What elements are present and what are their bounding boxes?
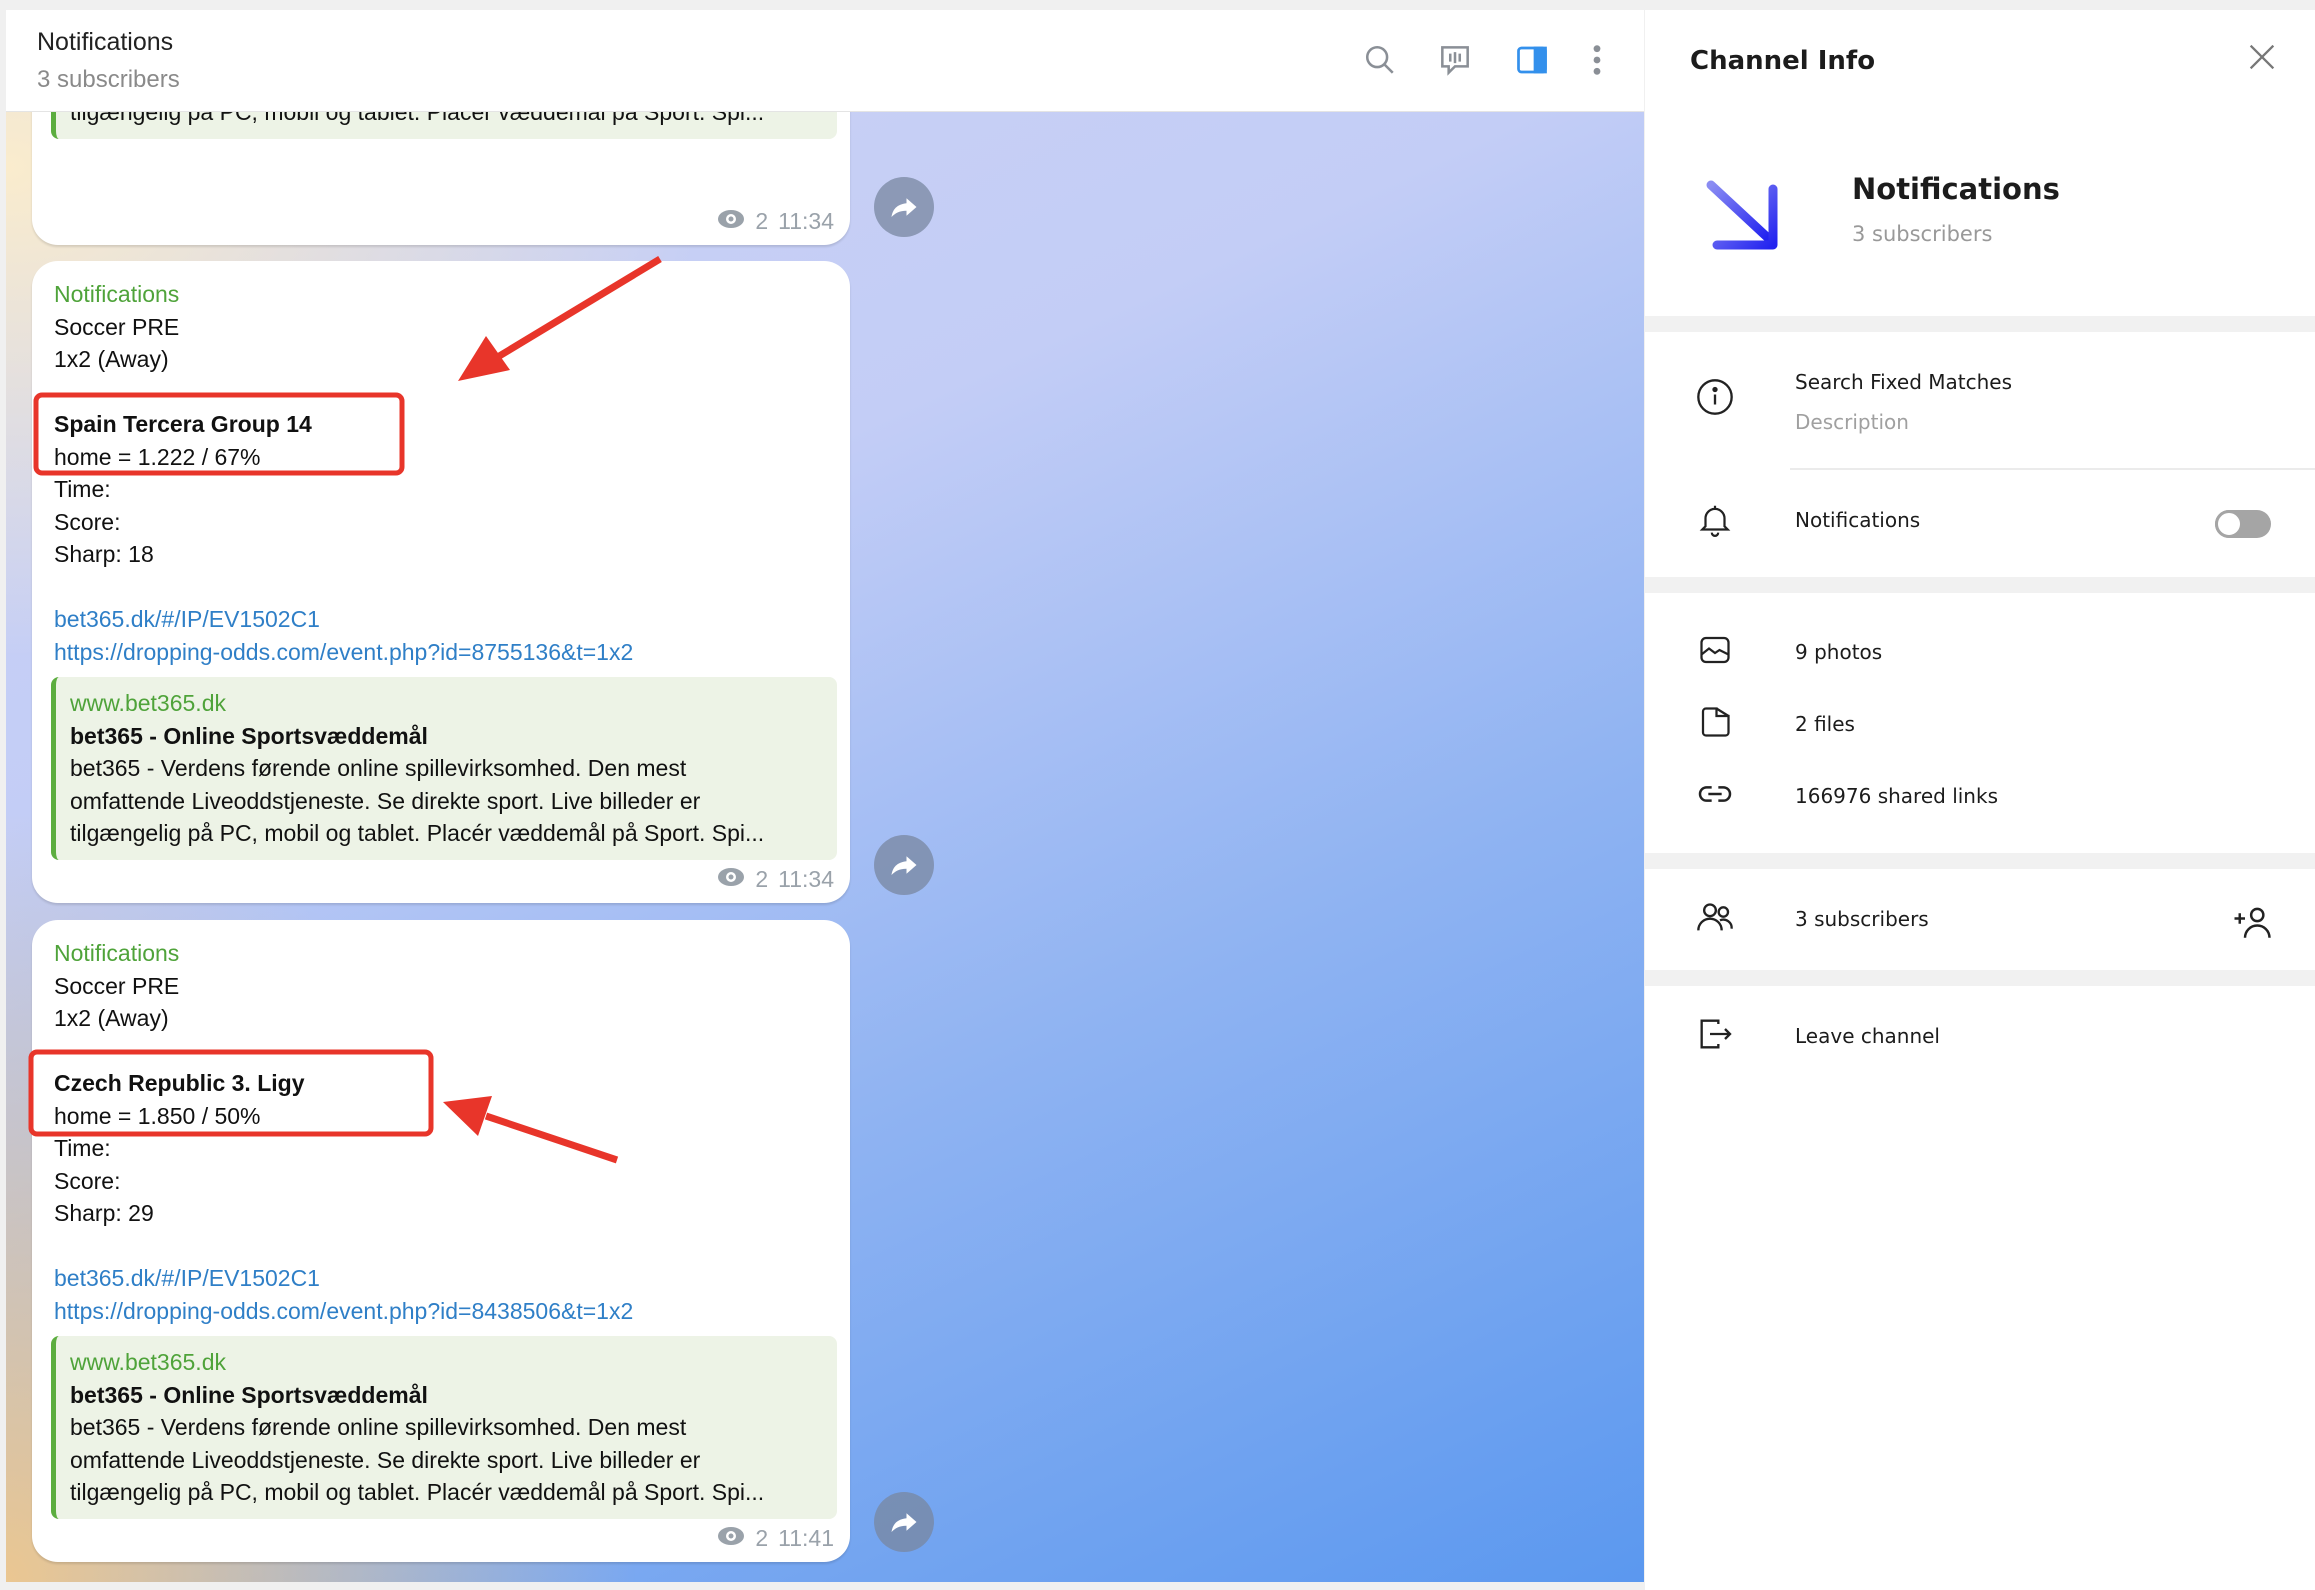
- message-meta: 2 11:34: [717, 205, 834, 238]
- message-line: Soccer PRE: [54, 313, 180, 340]
- detail-line: Sharp: 18: [54, 541, 154, 567]
- odds-line: home = 1.222 / 67%: [54, 443, 261, 470]
- views-icon: [717, 863, 745, 896]
- info-icon: [1695, 377, 1735, 417]
- search-icon[interactable]: [1360, 40, 1400, 80]
- links-row[interactable]: 166976 shared links: [1645, 774, 2315, 824]
- message-line: Soccer PRE: [54, 972, 180, 999]
- sidebar-toggle-icon[interactable]: [1512, 40, 1552, 80]
- files-row[interactable]: 2 files: [1645, 702, 2315, 752]
- link-preview[interactable]: www.bet365.dk bet365 - Online Sportsvædde…: [51, 1336, 837, 1519]
- photo-icon: [1695, 630, 1735, 670]
- users-icon: [1695, 897, 1735, 937]
- file-icon: [1695, 702, 1735, 742]
- channel-avatar: [1703, 175, 1793, 265]
- forward-icon: [891, 856, 917, 875]
- message-time: 11:41: [778, 1524, 834, 1551]
- photos-row[interactable]: 9 photos: [1645, 630, 2315, 680]
- message-time: 11:34: [778, 207, 834, 234]
- description-text: Search Fixed Matches: [1795, 370, 2013, 394]
- sender-name[interactable]: Notifications: [54, 278, 828, 311]
- views-icon: [717, 1522, 745, 1555]
- detail-line: Score:: [54, 508, 121, 535]
- detail-line: Score:: [54, 1167, 121, 1194]
- message-bubble: Notifications Soccer PRE 1x2 (Away) Czech R…: [32, 920, 850, 1562]
- divider: [1645, 577, 2315, 593]
- message-link[interactable]: https://dropping-odds.com/event.php?id=8…: [54, 636, 828, 669]
- more-vertical-icon[interactable]: [1577, 40, 1617, 80]
- forward-button[interactable]: [874, 1492, 934, 1552]
- notifications-toggle[interactable]: [2215, 510, 2271, 538]
- bell-icon: [1695, 500, 1735, 540]
- league-name: Czech Republic 3. Ligy: [54, 1070, 305, 1096]
- chat-title: Notifications: [37, 28, 174, 56]
- message-line: 1x2 (Away): [54, 1005, 169, 1031]
- description-row[interactable]: Search Fixed Matches Description: [1645, 360, 2315, 450]
- link-preview[interactable]: www.bet365.dk bet365 - Online Sportsvædde…: [51, 677, 837, 860]
- chat-header[interactable]: Notifications 3 subscribers: [6, 10, 1644, 112]
- view-count: 2: [755, 865, 769, 892]
- detail-line: Sharp: 29: [54, 1200, 154, 1226]
- leave-channel-row[interactable]: Leave channel: [1645, 1014, 2315, 1064]
- message-bubble: Notifications Soccer PRE 1x2 (Away) Spain T…: [32, 261, 850, 903]
- notifications-label: Notifications: [1795, 508, 1921, 532]
- preview-title: bet365 - Online Sportsvæddemål: [70, 1381, 428, 1408]
- subscribers-count: 3 subscribers: [1795, 907, 1929, 931]
- leave-icon: [1695, 1014, 1735, 1054]
- description-label: Description: [1795, 410, 1909, 434]
- forward-button[interactable]: [874, 835, 934, 895]
- league-name: Spain Tercera Group 14: [54, 411, 312, 437]
- channel-name: Notifications: [1852, 172, 2060, 206]
- preview-site: www.bet365.dk: [70, 690, 226, 716]
- forward-icon: [891, 198, 917, 217]
- divider: [1645, 853, 2315, 869]
- message-meta: 2 11:34: [717, 863, 834, 896]
- chat-subtitle: 3 subscribers: [37, 66, 180, 93]
- chat-area: Notifications 3 subscribers bet365 - Ver…: [6, 10, 1644, 1582]
- sender-name[interactable]: Notifications: [54, 937, 828, 970]
- close-icon[interactable]: [2245, 40, 2281, 76]
- links-count: 166976 shared links: [1795, 784, 1998, 808]
- preview-description: tilgængelig på PC, mobil og tablet. Plac…: [70, 1479, 765, 1505]
- preview-site: www.bet365.dk: [70, 1349, 226, 1375]
- message-time: 11:34: [778, 865, 834, 892]
- forward-icon: [891, 1513, 917, 1532]
- views-icon: [717, 205, 745, 238]
- view-count: 2: [755, 1524, 769, 1551]
- message-link[interactable]: https://dropping-odds.com/event.php?id=8…: [54, 1295, 828, 1328]
- notifications-row[interactable]: Notifications: [1645, 500, 2315, 550]
- preview-description: tilgængelig på PC, mobil og tablet. Plac…: [70, 820, 765, 846]
- divider: [1645, 316, 2315, 332]
- subscribers-row[interactable]: 3 subscribers: [1645, 897, 2315, 947]
- divider: [1645, 970, 2315, 986]
- channel-subtitle: 3 subscribers: [1852, 222, 1993, 246]
- preview-description: bet365 - Verdens førende online spillevi…: [70, 1414, 687, 1440]
- preview-title: bet365 - Online Sportsvæddemål: [70, 722, 428, 749]
- live-stream-icon[interactable]: [1435, 40, 1475, 80]
- channel-info-panel: Channel Info Notifications 3 subscribers…: [1645, 10, 2315, 1590]
- odds-line: home = 1.850 / 50%: [54, 1102, 261, 1129]
- message-line: 1x2 (Away): [54, 346, 169, 372]
- preview-description: omfattende Liveoddstjeneste. Se direkte …: [70, 787, 701, 814]
- detail-line: Time:: [54, 476, 111, 502]
- message-link[interactable]: bet365.dk/#/IP/EV1502C1: [54, 1262, 828, 1295]
- divider: [1790, 468, 2315, 470]
- forward-button[interactable]: [874, 177, 934, 237]
- panel-title: Channel Info: [1690, 46, 1876, 76]
- link-icon: [1695, 774, 1735, 814]
- detail-line: Time:: [54, 1135, 111, 1161]
- photos-count: 9 photos: [1795, 640, 1883, 664]
- view-count: 2: [755, 207, 769, 234]
- add-subscriber-icon[interactable]: [2231, 901, 2273, 948]
- message-meta: 2 11:41: [717, 1522, 834, 1555]
- leave-channel-label: Leave channel: [1795, 1024, 1940, 1048]
- message-link[interactable]: bet365.dk/#/IP/EV1502C1: [54, 603, 828, 636]
- preview-description: omfattende Liveoddstjeneste. Se direkte …: [70, 1446, 701, 1473]
- preview-description: bet365 - Verdens førende online spillevi…: [70, 755, 687, 781]
- files-count: 2 files: [1795, 712, 1855, 736]
